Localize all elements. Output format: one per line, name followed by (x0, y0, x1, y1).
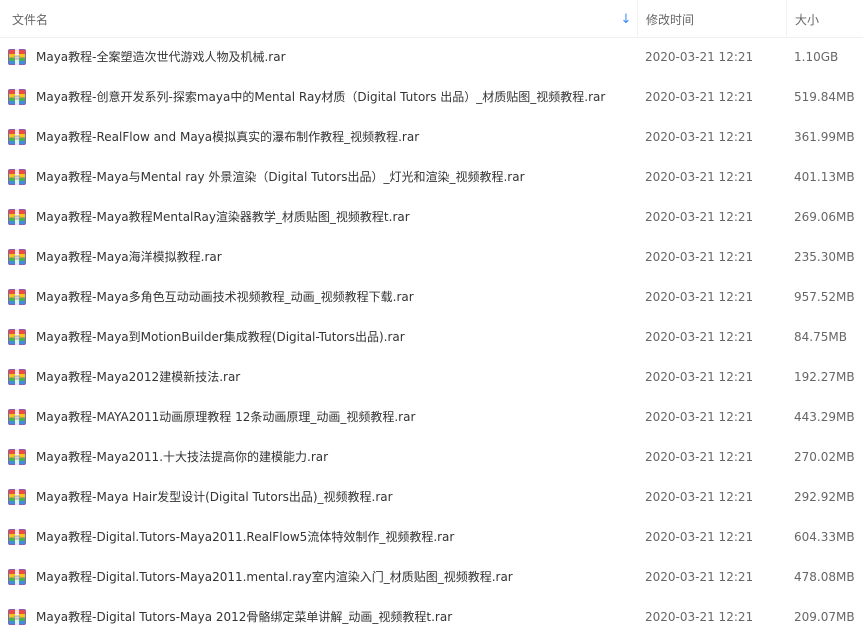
file-size: 270.02MB (794, 450, 855, 464)
file-name[interactable]: Maya教程-创意开发系列-探索maya中的Mental Ray材质（Digit… (36, 78, 605, 118)
rar-archive-icon (8, 329, 26, 345)
file-name[interactable]: Maya教程-Digital.Tutors-Maya2011.mental.ra… (36, 558, 513, 598)
file-row[interactable]: Maya教程-RealFlow and Maya模拟真实的瀑布制作教程_视频教程… (0, 118, 863, 158)
file-row[interactable]: Maya教程-Maya Hair发型设计(Digital Tutors出品)_视… (0, 478, 863, 518)
file-modified-time: 2020-03-21 12:21 (645, 450, 754, 464)
rar-archive-icon (8, 169, 26, 185)
file-size: 235.30MB (794, 250, 855, 264)
column-header-size-label: 大小 (795, 13, 820, 27)
file-modified-time: 2020-03-21 12:21 (645, 610, 754, 624)
file-size: 519.84MB (794, 90, 855, 104)
column-header-size[interactable]: 大小 (786, 0, 863, 38)
file-size: 957.52MB (794, 290, 855, 304)
file-size: 361.99MB (794, 130, 855, 144)
file-name[interactable]: Maya教程-Maya Hair发型设计(Digital Tutors出品)_视… (36, 478, 393, 518)
file-modified-time: 2020-03-21 12:21 (645, 370, 754, 384)
rar-archive-icon (8, 609, 26, 625)
file-name[interactable]: Maya教程-Maya多角色互动动画技术视频教程_动画_视频教程下载.rar (36, 278, 414, 318)
file-name[interactable]: Maya教程-Maya海洋模拟教程.rar (36, 238, 222, 278)
rar-archive-icon (8, 489, 26, 505)
file-row[interactable]: Maya教程-全案塑造次世代游戏人物及机械.rar 2020-03-21 12:2… (0, 38, 863, 78)
file-modified-time: 2020-03-21 12:21 (645, 170, 754, 184)
file-modified-time: 2020-03-21 12:21 (645, 130, 754, 144)
sort-down-arrow-icon[interactable]: ↓ (620, 12, 632, 28)
file-size: 192.27MB (794, 370, 855, 384)
file-modified-time: 2020-03-21 12:21 (645, 90, 754, 104)
file-size: 1.10GB (794, 50, 839, 64)
rar-archive-icon (8, 369, 26, 385)
file-row[interactable]: Maya教程-Maya多角色互动动画技术视频教程_动画_视频教程下载.rar 20… (0, 278, 863, 318)
file-row[interactable]: Maya教程-Digital Tutors-Maya 2012骨骼绑定菜单讲解_… (0, 598, 863, 638)
file-modified-time: 2020-03-21 12:21 (645, 490, 754, 504)
file-row[interactable]: Maya教程-创意开发系列-探索maya中的Mental Ray材质（Digit… (0, 78, 863, 118)
file-name[interactable]: Maya教程-Maya到MotionBuilder集成教程(Digital-Tu… (36, 318, 405, 358)
file-modified-time: 2020-03-21 12:21 (645, 250, 754, 264)
file-row[interactable]: Maya教程-MAYA2011动画原理教程 12条动画原理_动画_视频教程.ra… (0, 398, 863, 438)
file-row[interactable]: Maya教程-Maya2012建模新技法.rar 2020-03-21 12:21… (0, 358, 863, 398)
file-size: 443.29MB (794, 410, 855, 424)
file-size: 292.92MB (794, 490, 855, 504)
file-row[interactable]: Maya教程-Maya2011.十大技法提高你的建模能力.rar 2020-03-… (0, 438, 863, 478)
file-name[interactable]: Maya教程-Maya2012建模新技法.rar (36, 358, 240, 398)
file-name[interactable]: Maya教程-Maya2011.十大技法提高你的建模能力.rar (36, 438, 328, 478)
file-row[interactable]: Maya教程-Maya与Mental ray 外景渲染（Digital Tuto… (0, 158, 863, 198)
rar-archive-icon (8, 449, 26, 465)
file-modified-time: 2020-03-21 12:21 (645, 570, 754, 584)
file-row[interactable]: Maya教程-Digital.Tutors-Maya2011.RealFlow5… (0, 518, 863, 558)
column-header-filename-label: 文件名 (12, 13, 49, 27)
file-name[interactable]: Maya教程-MAYA2011动画原理教程 12条动画原理_动画_视频教程.ra… (36, 398, 415, 438)
file-modified-time: 2020-03-21 12:21 (645, 290, 754, 304)
rar-archive-icon (8, 49, 26, 65)
file-modified-time: 2020-03-21 12:21 (645, 330, 754, 344)
file-size: 209.07MB (794, 610, 855, 624)
file-size: 604.33MB (794, 530, 855, 544)
file-row[interactable]: Maya教程-Maya教程MentalRay渲染器教学_材质贴图_视频教程t.r… (0, 198, 863, 238)
file-name[interactable]: Maya教程-全案塑造次世代游戏人物及机械.rar (36, 38, 286, 78)
file-size: 401.13MB (794, 170, 855, 184)
file-modified-time: 2020-03-21 12:21 (645, 210, 754, 224)
file-modified-time: 2020-03-21 12:21 (645, 410, 754, 424)
rar-archive-icon (8, 569, 26, 585)
file-modified-time: 2020-03-21 12:21 (645, 50, 754, 64)
file-name[interactable]: Maya教程-Maya教程MentalRay渲染器教学_材质贴图_视频教程t.r… (36, 198, 410, 238)
file-size: 84.75MB (794, 330, 847, 344)
file-name[interactable]: Maya教程-Maya与Mental ray 外景渲染（Digital Tuto… (36, 158, 525, 198)
rar-archive-icon (8, 89, 26, 105)
file-modified-time: 2020-03-21 12:21 (645, 530, 754, 544)
rar-archive-icon (8, 289, 26, 305)
column-header-filename[interactable]: 文件名 (0, 0, 637, 38)
file-row[interactable]: Maya教程-Maya到MotionBuilder集成教程(Digital-Tu… (0, 318, 863, 358)
column-header-modified-time[interactable]: 修改时间 (637, 0, 786, 38)
file-list: Maya教程-全案塑造次世代游戏人物及机械.rar 2020-03-21 12:2… (0, 38, 863, 638)
file-name[interactable]: Maya教程-RealFlow and Maya模拟真实的瀑布制作教程_视频教程… (36, 118, 419, 158)
file-name[interactable]: Maya教程-Digital Tutors-Maya 2012骨骼绑定菜单讲解_… (36, 598, 452, 638)
file-size: 478.08MB (794, 570, 855, 584)
file-row[interactable]: Maya教程-Digital.Tutors-Maya2011.mental.ra… (0, 558, 863, 598)
column-header-modified-time-label: 修改时间 (646, 13, 695, 27)
rar-archive-icon (8, 409, 26, 425)
rar-archive-icon (8, 129, 26, 145)
file-row[interactable]: Maya教程-Maya海洋模拟教程.rar 2020-03-21 12:21 235… (0, 238, 863, 278)
rar-archive-icon (8, 249, 26, 265)
rar-archive-icon (8, 529, 26, 545)
rar-archive-icon (8, 209, 26, 225)
file-size: 269.06MB (794, 210, 855, 224)
file-list-header: 文件名 ↓ 修改时间 大小 (0, 0, 863, 38)
file-name[interactable]: Maya教程-Digital.Tutors-Maya2011.RealFlow5… (36, 518, 454, 558)
